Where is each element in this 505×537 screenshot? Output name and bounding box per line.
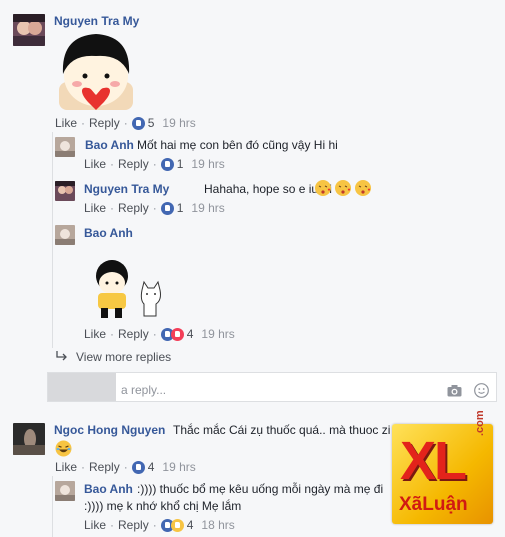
camera-icon[interactable] <box>447 385 462 397</box>
kiss-emoji-icons <box>315 180 371 196</box>
comment-actions: Like · Reply · 4 19 hrs <box>84 327 235 341</box>
girl-heart-sticker <box>59 34 133 110</box>
reply-link[interactable]: Reply <box>118 157 149 171</box>
reaction-count[interactable]: 4 <box>187 327 194 341</box>
reply-link[interactable]: Reply <box>118 201 149 215</box>
like-reaction-icon[interactable] <box>131 460 145 474</box>
like-reaction-icon[interactable] <box>131 116 145 130</box>
comment-author[interactable]: Bao Anh <box>84 226 133 240</box>
comment-text-line-2: :)))) mẹ k nhớ khổ chị Mẹ lắm <box>84 499 242 513</box>
reply-input[interactable]: a reply... <box>121 383 166 397</box>
avatar[interactable] <box>13 423 45 455</box>
reaction-count[interactable]: 1 <box>177 201 184 215</box>
reply-link[interactable]: Reply <box>89 460 120 474</box>
watermark-logo: XL .com XãLuận <box>392 410 493 524</box>
comment-author[interactable]: Bao Anh <box>84 482 133 496</box>
avatar <box>48 373 116 401</box>
like-reaction-icon[interactable] <box>160 201 174 215</box>
comment-actions: Like · Reply · 4 19 hrs <box>55 460 196 474</box>
like-link[interactable]: Like <box>55 460 77 474</box>
like-reaction-icon[interactable] <box>160 157 174 171</box>
like-link[interactable]: Like <box>84 518 106 532</box>
haha-reaction-icon[interactable] <box>170 518 184 532</box>
avatar[interactable] <box>13 14 45 46</box>
watermark-brand-text: XãLuận <box>399 494 468 515</box>
emoji-icon[interactable] <box>474 383 489 398</box>
like-link[interactable]: Like <box>84 327 106 341</box>
avatar[interactable] <box>55 481 75 501</box>
view-more-replies-link[interactable]: View more replies <box>76 350 171 364</box>
timestamp[interactable]: 19 hrs <box>162 116 195 130</box>
girl-cat-sticker <box>96 260 161 318</box>
timestamp[interactable]: 19 hrs <box>191 201 224 215</box>
reply-link[interactable]: Reply <box>89 116 120 130</box>
reply-thread-line <box>52 476 53 537</box>
reply-link[interactable]: Reply <box>118 518 149 532</box>
like-link[interactable]: Like <box>84 157 106 171</box>
watermark-big-text: XL <box>400 431 467 491</box>
reaction-count[interactable]: 1 <box>177 157 184 171</box>
timestamp[interactable]: 18 hrs <box>201 518 234 532</box>
timestamp[interactable]: 19 hrs <box>162 460 195 474</box>
comment-text: Hahaha, hope so e iu ơi <box>204 182 332 196</box>
reaction-count[interactable]: 4 <box>187 518 194 532</box>
like-link[interactable]: Like <box>55 116 77 130</box>
comment-author[interactable]: Nguyen Tra My <box>54 14 139 28</box>
comment-author[interactable]: Ngoc Hong Nguyen <box>54 423 165 437</box>
reply-arrow-icon <box>56 351 67 361</box>
reaction-count[interactable]: 5 <box>148 116 155 130</box>
timestamp[interactable]: 19 hrs <box>201 327 234 341</box>
watermark-domain-text: .com <box>474 410 486 436</box>
comment-text: Mốt hai mẹ con bên đó cũng vậy Hi hi <box>137 138 338 152</box>
comment-actions: Like · Reply · 1 19 hrs <box>84 157 225 171</box>
reply-link[interactable]: Reply <box>118 327 149 341</box>
comment-actions: Like · Reply · 4 18 hrs <box>84 518 235 532</box>
comment-text: Thắc mắc Cái zụ thuốc quá.. mà thuoc zi <box>173 423 391 437</box>
like-link[interactable]: Like <box>84 201 106 215</box>
timestamp[interactable]: 19 hrs <box>191 157 224 171</box>
comment-actions: Like · Reply · 5 19 hrs <box>55 116 196 130</box>
comment-author[interactable]: Nguyen Tra My <box>84 182 169 196</box>
comment-text: :)))) thuốc bổ mẹ kêu uống mỗi ngày mà m… <box>137 482 384 496</box>
avatar[interactable] <box>55 181 75 201</box>
reply-thread-line <box>52 132 53 348</box>
reaction-count[interactable]: 4 <box>148 460 155 474</box>
avatar[interactable] <box>55 137 75 157</box>
avatar[interactable] <box>55 225 75 245</box>
laughing-emoji-icon <box>55 440 72 457</box>
love-reaction-icon[interactable] <box>170 327 184 341</box>
comment-actions: Like · Reply · 1 19 hrs <box>84 201 225 215</box>
comment-author[interactable]: Bao Anh <box>85 138 134 152</box>
